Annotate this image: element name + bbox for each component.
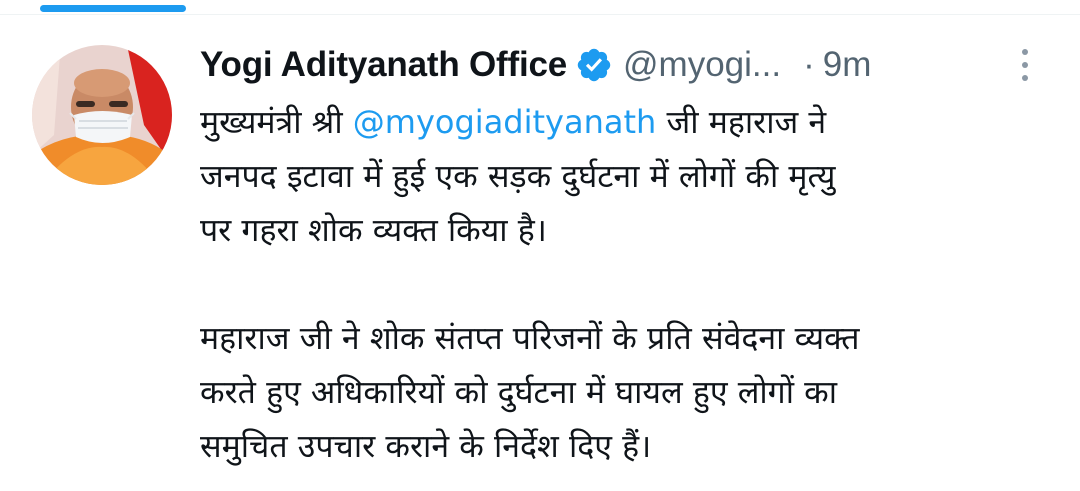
tweet-line: महाराज जी ने शोक संतप्त परिजनों के प्रति…	[200, 319, 860, 357]
tweet-header: Yogi Adityanath Office @myogi... · 9m	[200, 40, 1040, 90]
divider	[0, 14, 1080, 15]
separator-dot: ·	[803, 45, 815, 84]
tweet-line: समुचित उपचार कराने के निर्देश दिए हैं।	[200, 427, 652, 465]
tweet-line: करते हुए अधिकारियों को दुर्घटना में घायल…	[200, 373, 838, 411]
tweet-view: Yogi Adityanath Office @myogi... · 9m मु…	[0, 0, 1080, 491]
tweet-line: जनपद इटावा में हुई एक सड़क दुर्घटना में …	[200, 157, 836, 195]
tweet-text: मुख्यमंत्री श्री @myogiadityanath जी महा…	[200, 95, 1060, 473]
more-vertical-icon[interactable]	[1018, 46, 1032, 84]
mention-link[interactable]: @myogiadityanath	[353, 103, 657, 141]
user-handle[interactable]: @myogi...	[623, 45, 781, 85]
avatar-photo	[32, 45, 172, 185]
tweet-text-segment: मुख्यमंत्री श्री	[200, 103, 353, 141]
verified-badge-icon	[575, 46, 613, 84]
timestamp[interactable]: 9m	[823, 45, 872, 85]
tweet-line: मुख्यमंत्री श्री @myogiadityanath जी महा…	[200, 95, 1060, 149]
active-tab-indicator	[40, 5, 186, 12]
display-name[interactable]: Yogi Adityanath Office	[200, 45, 567, 85]
avatar[interactable]	[32, 45, 172, 185]
tweet-line: पर गहरा शोक व्यक्त किया है।	[200, 211, 547, 249]
tweet-text-segment: जी महाराज ने	[656, 103, 827, 141]
